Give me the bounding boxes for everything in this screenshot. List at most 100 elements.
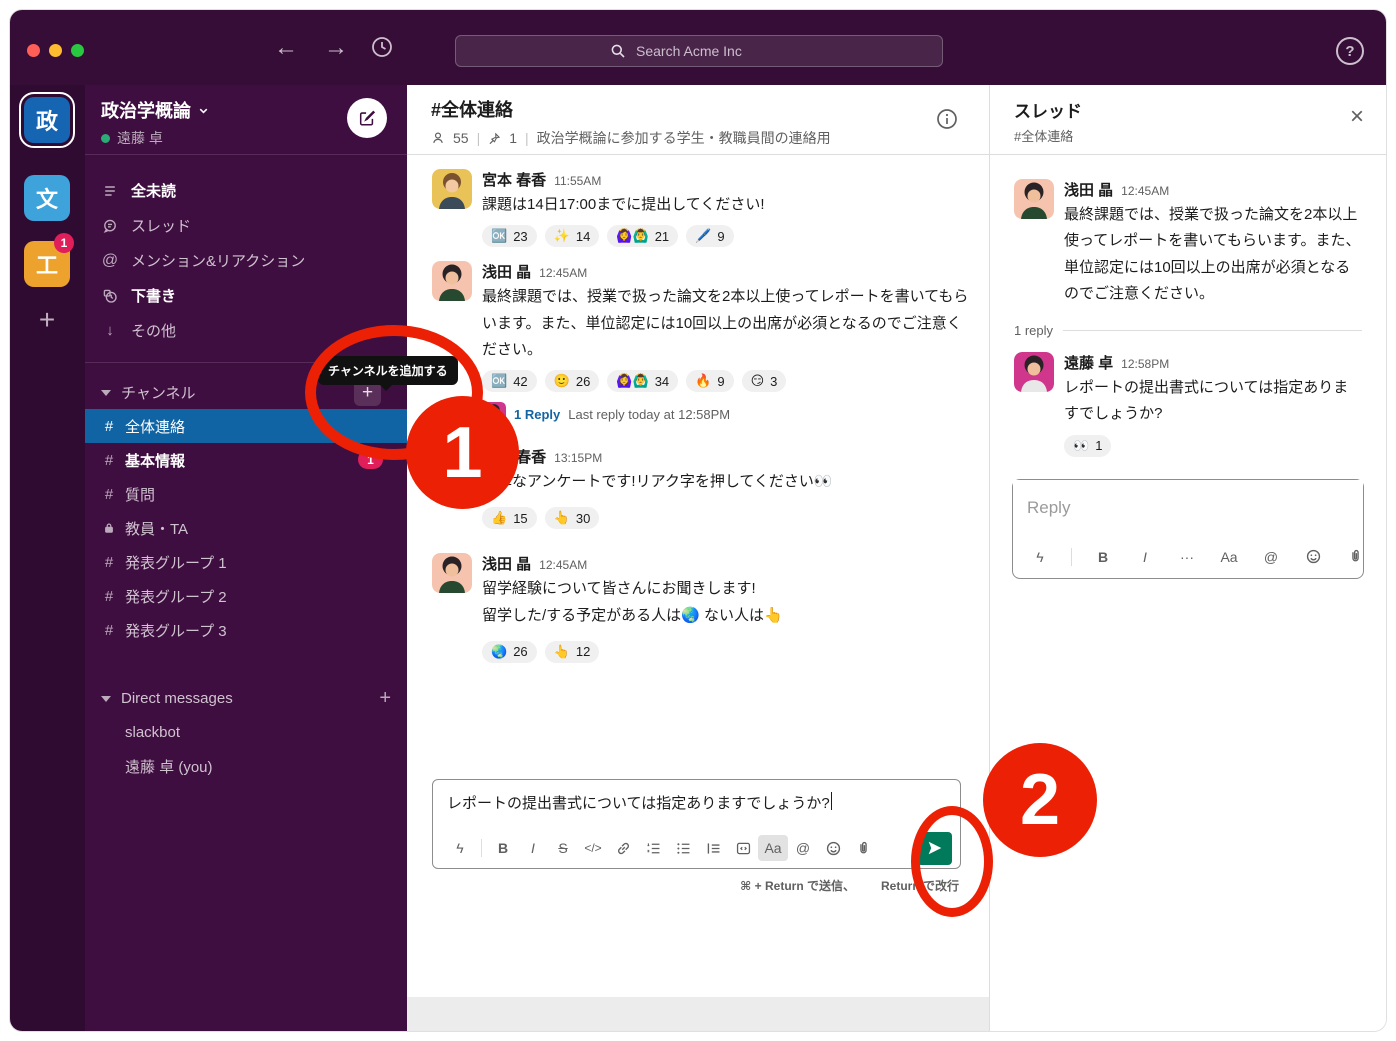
message-author[interactable]: 浅田 晶: [1064, 179, 1113, 200]
section-collapse-triangle-icon[interactable]: [101, 696, 111, 702]
window-close-button[interactable]: [27, 44, 40, 57]
hint-send: ⌘ + Return で送信、: [740, 877, 855, 894]
reaction-pill[interactable]: 👍15: [482, 507, 537, 529]
shortcuts-icon[interactable]: ϟ: [445, 835, 475, 861]
link-icon[interactable]: [608, 835, 638, 861]
sidebar-channel-kyoin-ta[interactable]: 教員・TA: [85, 511, 407, 545]
forward-arrow-icon[interactable]: →: [324, 34, 348, 62]
mention-icon[interactable]: @: [1254, 544, 1288, 570]
composer-input[interactable]: レポートの提出書式については指定ありますでしょうか?: [433, 780, 960, 828]
sidebar-channel-happyo-group-3[interactable]: # 発表グループ 3: [85, 613, 407, 647]
avatar[interactable]: [432, 169, 472, 209]
workspace-initial: 工: [36, 248, 58, 280]
thread-channel[interactable]: #全体連絡: [1014, 126, 1362, 145]
reaction-pill[interactable]: 🙆‍♀️🙆‍♂️21: [607, 225, 678, 247]
section-collapse-triangle-icon[interactable]: [101, 390, 111, 396]
sidebar-item-threads[interactable]: スレッド: [85, 208, 407, 243]
code-icon[interactable]: </>: [578, 835, 608, 861]
reaction-pill[interactable]: 👀1: [1064, 435, 1111, 457]
workspace-icon-active[interactable]: 政: [24, 97, 70, 143]
sidebar-channel-happyo-group-1[interactable]: # 発表グループ 1: [85, 545, 407, 579]
emoji-picker-icon[interactable]: [1296, 544, 1330, 570]
blockquote-icon[interactable]: [698, 835, 728, 861]
sidebar-item-mentions[interactable]: @ メンション&リアクション: [85, 243, 407, 278]
window-minimize-button[interactable]: [49, 44, 62, 57]
dm-section-header[interactable]: Direct messages +: [85, 681, 407, 715]
reaction-pill[interactable]: 🌏26: [482, 641, 537, 663]
italic-icon[interactable]: I: [1128, 544, 1162, 570]
reaction-pill[interactable]: 👆12: [545, 641, 600, 663]
bold-icon[interactable]: B: [1086, 544, 1120, 570]
close-icon[interactable]: ×: [1350, 105, 1364, 129]
message-author[interactable]: 浅田 晶: [482, 553, 531, 574]
emoji-picker-icon[interactable]: [818, 835, 848, 861]
channel-topic[interactable]: 政治学概論に参加する学生・教職員間の連絡用: [537, 128, 831, 148]
attach-paperclip-icon[interactable]: [1338, 544, 1372, 570]
thread-reply-bar[interactable]: 1 Reply Last reply today at 12:58PM: [482, 402, 969, 426]
message-time[interactable]: 12:45AM: [539, 558, 587, 572]
emoji-icon: 👆: [554, 644, 570, 660]
message-author[interactable]: 宮本 春香: [482, 169, 546, 190]
pin-count[interactable]: 1: [509, 130, 517, 146]
sidebar-item-label: 下書き: [131, 285, 176, 306]
message-composer[interactable]: レポートの提出書式については指定ありますでしょうか? ϟ B I S </>: [432, 779, 961, 869]
mention-icon[interactable]: @: [788, 835, 818, 861]
thread-reply-composer[interactable]: ϟ B I ··· Aa @: [1012, 479, 1364, 579]
message-author[interactable]: 浅田 晶: [482, 261, 531, 282]
add-workspace-button[interactable]: +: [24, 297, 70, 343]
more-formatting-icon[interactable]: ···: [1170, 544, 1204, 570]
reply-count-link[interactable]: 1 Reply: [514, 407, 560, 422]
message-time[interactable]: 13:15PM: [554, 451, 602, 465]
history-clock-icon[interactable]: [370, 35, 394, 59]
message-time[interactable]: 12:58PM: [1121, 357, 1169, 371]
reaction-pill[interactable]: 👆30: [545, 507, 600, 529]
bold-icon[interactable]: B: [488, 835, 518, 861]
reaction-pill[interactable]: 🙂26: [545, 370, 600, 392]
ordered-list-icon[interactable]: [638, 835, 668, 861]
reaction-pill[interactable]: 🔥9: [686, 370, 733, 392]
reaction-pill[interactable]: 🖊️9: [686, 225, 733, 247]
sidebar-item-unreads[interactable]: 全未読: [85, 173, 407, 208]
channel-info-icon[interactable]: [935, 107, 959, 131]
new-message-button[interactable]: [347, 98, 387, 138]
search-bar[interactable]: [455, 35, 943, 67]
add-dm-button[interactable]: +: [379, 687, 391, 710]
sidebar-dm-slackbot[interactable]: slackbot: [85, 715, 407, 749]
code-block-icon[interactable]: [728, 835, 758, 861]
sidebar-channel-shitsumon[interactable]: # 質問: [85, 477, 407, 511]
formatting-toggle-icon[interactable]: Aa: [758, 835, 788, 861]
help-icon[interactable]: ?: [1336, 37, 1364, 65]
avatar[interactable]: [432, 553, 472, 593]
back-arrow-icon[interactable]: ←: [274, 34, 298, 62]
sidebar-item-drafts[interactable]: 下書き: [85, 278, 407, 313]
formatting-toggle-icon[interactable]: Aa: [1212, 544, 1246, 570]
message-time[interactable]: 12:45AM: [1121, 184, 1169, 198]
channel-title[interactable]: #全体連絡: [431, 96, 965, 122]
message-time[interactable]: 12:45AM: [539, 266, 587, 280]
member-count[interactable]: 55: [453, 130, 469, 146]
workspace-icon-2[interactable]: 文: [24, 175, 70, 221]
reaction-pill[interactable]: ✨14: [545, 225, 600, 247]
shortcuts-icon[interactable]: ϟ: [1023, 544, 1057, 570]
avatar[interactable]: [1014, 352, 1054, 392]
thread-header: スレッド #全体連絡 ×: [990, 85, 1386, 155]
message-author[interactable]: 遠藤 卓: [1064, 352, 1113, 373]
reaction-pill[interactable]: 🙆‍♀️🙆‍♂️34: [607, 370, 678, 392]
window-zoom-button[interactable]: [71, 44, 84, 57]
reaction-pill[interactable]: 🆗42: [482, 370, 537, 392]
workspace-header[interactable]: 政治学概論 遠藤 卓: [85, 85, 407, 155]
message-time[interactable]: 11:55AM: [554, 174, 601, 188]
message: 浅田 晶 12:45AM 最終課題では、授業で扱った論文を2本以上使ってレポート…: [407, 261, 989, 426]
reaction-pill[interactable]: 😏3: [742, 370, 787, 392]
sidebar-dm-self[interactable]: 遠藤 卓 (you): [85, 749, 407, 783]
reaction-pill[interactable]: 🆗23: [482, 225, 537, 247]
avatar[interactable]: [1014, 179, 1054, 219]
italic-icon[interactable]: I: [518, 835, 548, 861]
bullet-list-icon[interactable]: [668, 835, 698, 861]
avatar[interactable]: [432, 261, 472, 301]
sidebar-channel-happyo-group-2[interactable]: # 発表グループ 2: [85, 579, 407, 613]
search-input[interactable]: [634, 42, 788, 60]
strikethrough-icon[interactable]: S: [548, 835, 578, 861]
reply-input[interactable]: [1013, 480, 1363, 536]
attach-paperclip-icon[interactable]: [848, 835, 878, 861]
